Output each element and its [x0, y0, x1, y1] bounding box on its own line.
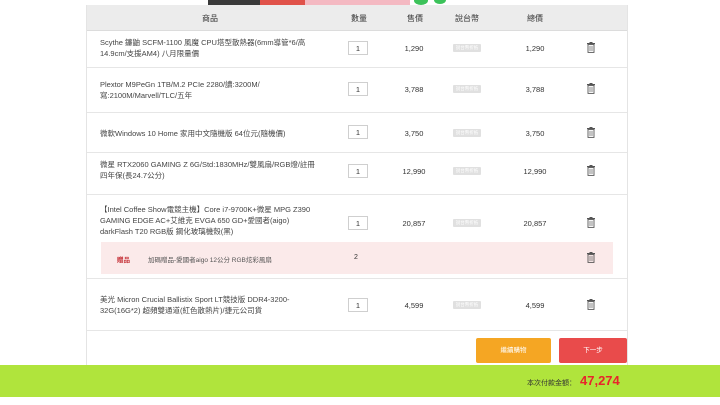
quantity-input[interactable]	[348, 125, 368, 139]
coin-tag: 說台幣折抵	[453, 301, 481, 309]
table-row: 微星 RTX2060 GAMING Z 6G/Std:1830MHz/雙風扇/R…	[87, 152, 627, 195]
header-product: 商品	[202, 14, 218, 23]
header-subtotal: 總價	[527, 14, 543, 23]
gift-name: 加碼贈品-愛國者aigo 12公分 RGB炫彩風扇	[148, 257, 272, 264]
gift-label: 贈品	[117, 257, 130, 264]
item-subtotal: 4,599	[525, 301, 545, 310]
continue-shopping-button[interactable]: 繼續購物	[476, 338, 551, 363]
trash-icon[interactable]	[586, 252, 596, 263]
trash-icon[interactable]	[586, 299, 596, 310]
unit-price: 1,290	[404, 44, 424, 53]
cart-table: 商品 數量 售價 說台幣 總價 Scythe 鐮鼬 SCFM-1100 風魔 C…	[86, 5, 628, 365]
unit-price: 4,599	[404, 301, 424, 310]
quantity-input[interactable]	[348, 41, 368, 55]
quantity-input[interactable]	[348, 216, 368, 230]
next-step-button[interactable]: 下一步	[559, 338, 627, 363]
unit-price: 20,857	[402, 219, 426, 228]
item-subtotal: 20,857	[523, 219, 547, 228]
header-tag: 說台幣	[455, 14, 479, 23]
table-row: Plextor M9PeGn 1TB/M.2 PCIe 2280/讀:3200M…	[87, 67, 627, 113]
coin-tag: 說台幣折抵	[453, 129, 481, 137]
unit-price: 3,788	[404, 85, 424, 94]
product-name[interactable]: Plextor M9PeGn 1TB/M.2 PCIe 2280/讀:3200M…	[100, 79, 322, 101]
total-amount: 47,274	[580, 373, 620, 388]
coin-tag: 說台幣折抵	[453, 219, 481, 227]
product-name[interactable]: 微星 RTX2060 GAMING Z 6G/Std:1830MHz/雙風扇/R…	[100, 159, 322, 181]
table-row: Scythe 鐮鼬 SCFM-1100 風魔 CPU塔型散熱器(6mm導管*6/…	[87, 30, 627, 68]
product-name[interactable]: 【Intel Coffee Show電競主機】Core i7-9700K+微星 …	[100, 204, 322, 237]
quantity-input[interactable]	[348, 82, 368, 96]
gift-row: 贈品 加碼贈品-愛國者aigo 12公分 RGB炫彩風扇 2	[101, 242, 613, 274]
trash-icon[interactable]	[586, 42, 596, 53]
unit-price: 12,990	[402, 167, 426, 176]
gift-quantity: 2	[354, 254, 358, 261]
product-name[interactable]: 微軟Windows 10 Home 家用中文隨機版 64位元(隨機價)	[100, 128, 322, 139]
coin-tag: 說台幣折抵	[453, 85, 481, 93]
footer-bottom-strip	[0, 397, 720, 405]
product-name[interactable]: Scythe 鐮鼬 SCFM-1100 風魔 CPU塔型散熱器(6mm導管*6/…	[100, 37, 322, 59]
item-subtotal: 3,788	[525, 85, 545, 94]
total-label: 本次付款金額：	[527, 380, 576, 387]
trash-icon[interactable]	[586, 83, 596, 94]
table-row: 微軟Windows 10 Home 家用中文隨機版 64位元(隨機價) 3,75…	[87, 112, 627, 153]
table-header: 商品 數量 售價 說台幣 總價	[87, 5, 627, 31]
item-subtotal: 3,750	[525, 129, 545, 138]
trash-icon[interactable]	[586, 127, 596, 138]
trash-icon[interactable]	[586, 217, 596, 228]
product-name[interactable]: 美光 Micron Crucial Ballistix Sport LT競技版 …	[100, 294, 322, 316]
item-subtotal: 1,290	[525, 44, 545, 53]
trash-icon[interactable]	[586, 165, 596, 176]
coin-tag: 說台幣折抵	[453, 167, 481, 175]
payment-summary-bar: 本次付款金額： 47,274	[0, 365, 720, 405]
quantity-input[interactable]	[348, 164, 368, 178]
quantity-input[interactable]	[348, 298, 368, 312]
coin-tag: 說台幣折抵	[453, 44, 481, 52]
header-quantity: 數量	[351, 14, 367, 23]
item-subtotal: 12,990	[523, 167, 547, 176]
table-row: 美光 Micron Crucial Ballistix Sport LT競技版 …	[87, 285, 627, 331]
header-price: 售價	[407, 14, 423, 23]
unit-price: 3,750	[404, 129, 424, 138]
